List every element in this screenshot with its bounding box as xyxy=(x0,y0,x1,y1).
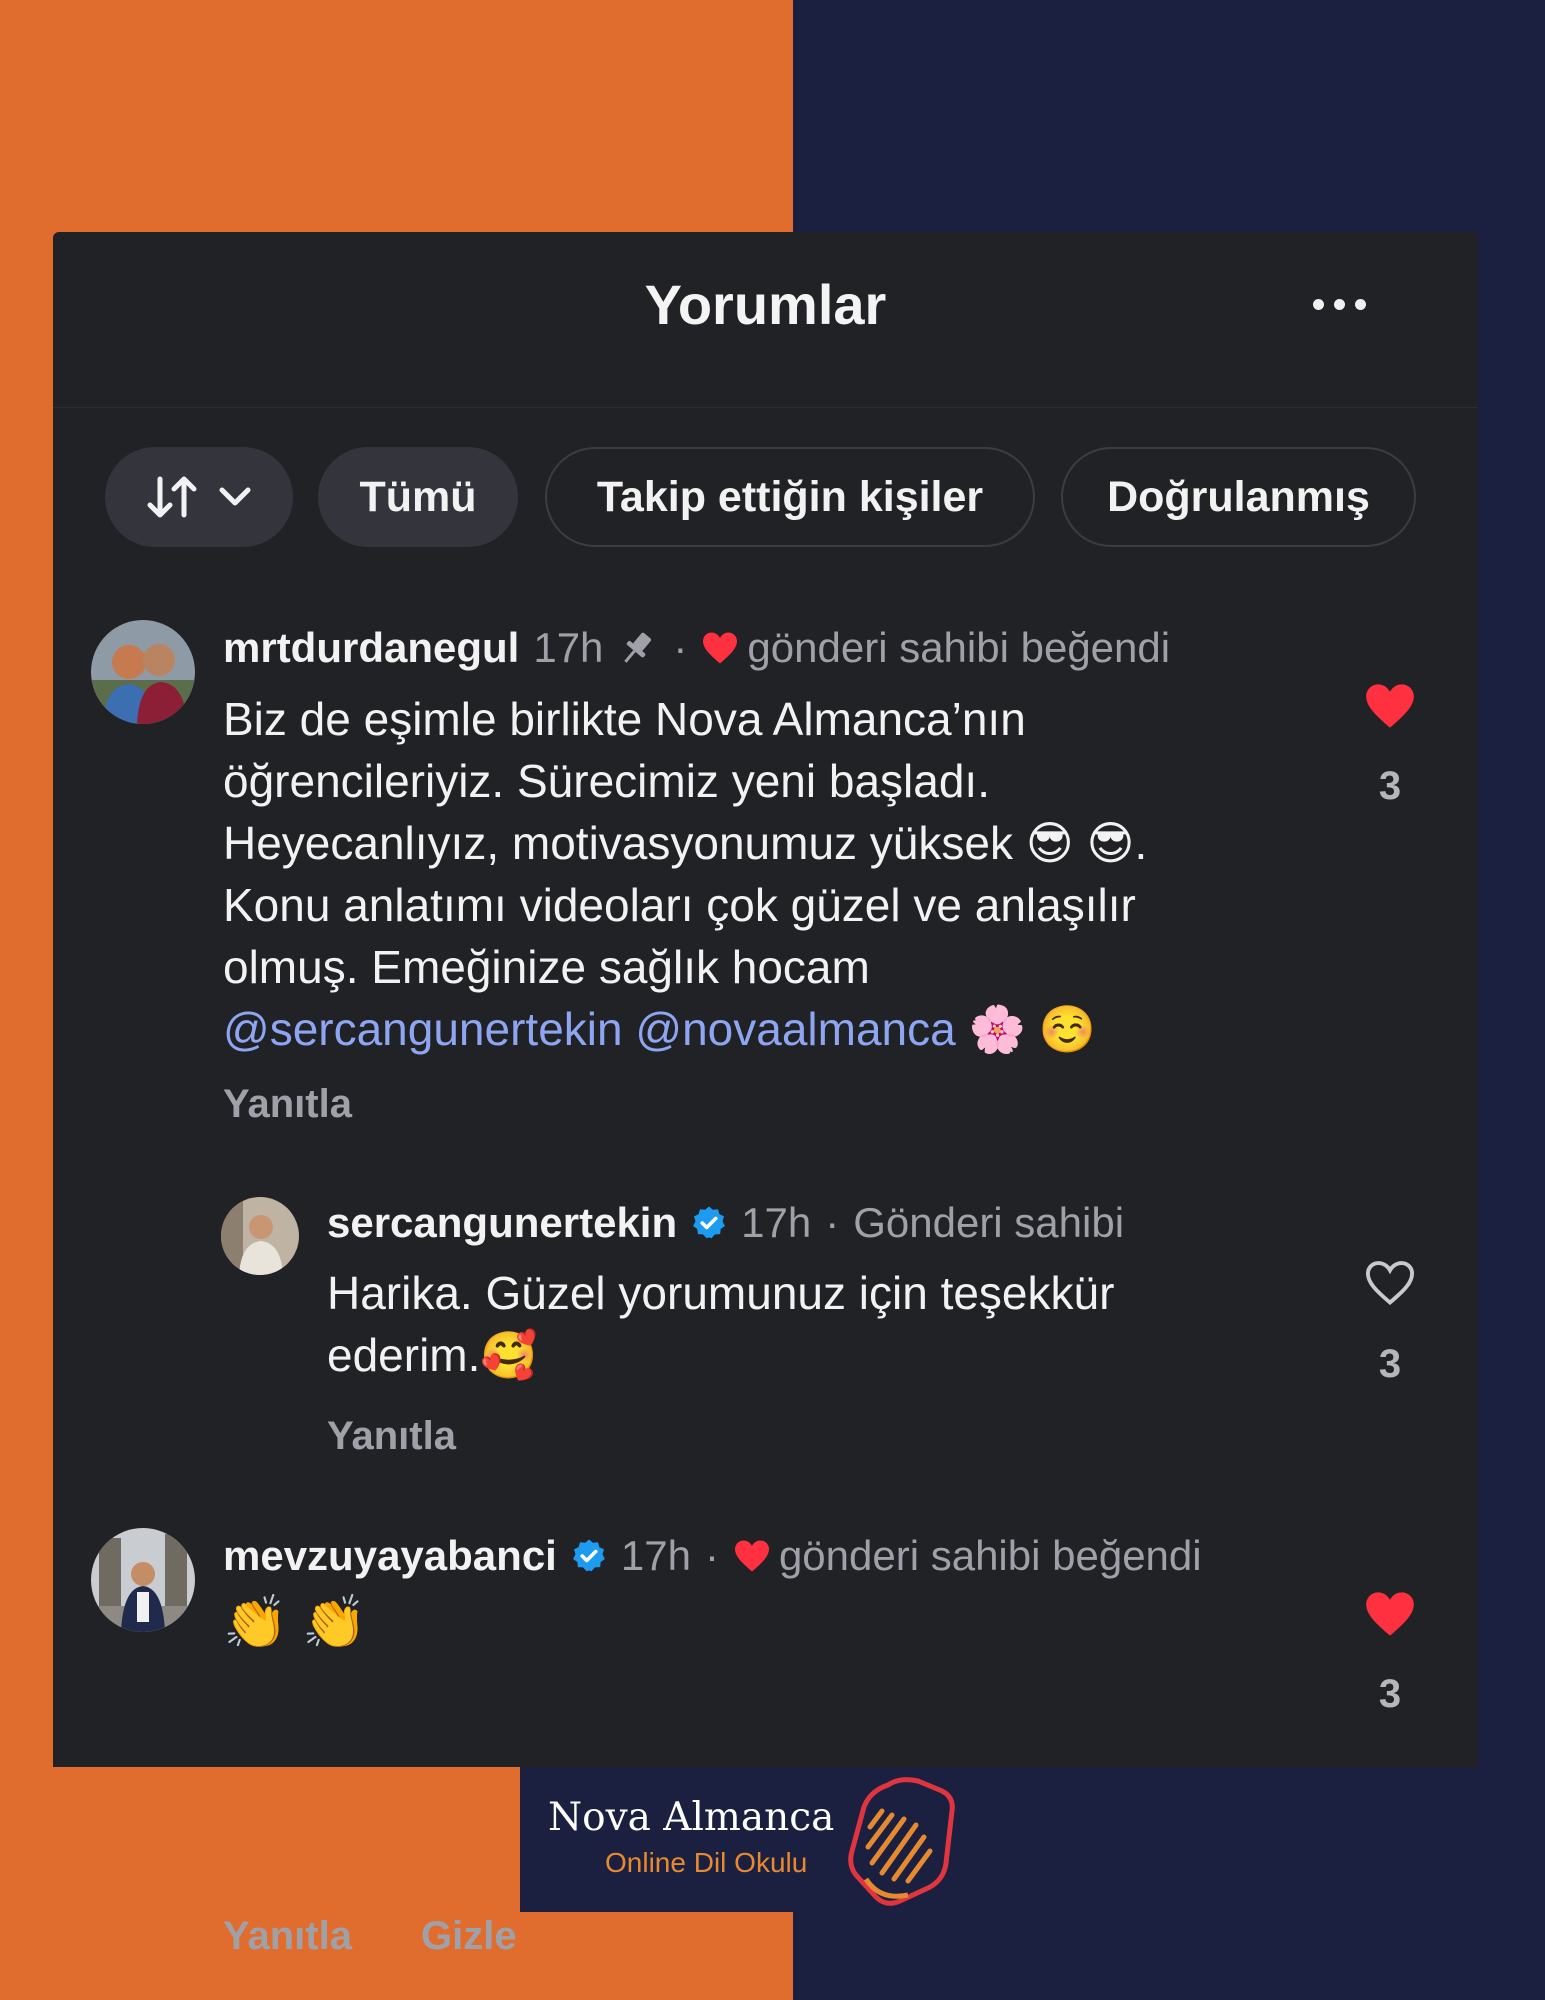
mention-link[interactable]: @sercangunertekin xyxy=(223,1003,623,1055)
filter-all[interactable]: Tümü xyxy=(318,447,518,547)
avatar[interactable] xyxy=(221,1197,299,1275)
comments-header: Yorumlar xyxy=(53,232,1478,408)
liked-by-author: gönderi sahibi beğendi xyxy=(747,624,1171,671)
reply-button[interactable]: Yanıtla xyxy=(223,1082,352,1127)
comment-text: Harika. Güzel yorumunuz için teşekkür ed… xyxy=(327,1262,1327,1386)
brand-logo: Nova Almanca Online Dil Okulu xyxy=(520,1767,970,1912)
comment-line: Harika. Güzel yorumunuz için teşekkür xyxy=(327,1267,1115,1319)
sort-icon xyxy=(147,476,197,518)
comment-line: olmuş. Emeğinize sağlık hocam xyxy=(223,941,870,993)
comment-meta: sercangunertekin 17h · Gönderi sahibi xyxy=(327,1199,1124,1247)
author-role: Gönderi sahibi xyxy=(853,1199,1125,1246)
soundwave-logo-icon xyxy=(848,1777,955,1906)
username[interactable]: mevzuyayabanci xyxy=(223,1532,557,1580)
timestamp: 17h xyxy=(620,1532,691,1579)
like-heart-icon[interactable] xyxy=(1364,1590,1416,1638)
comment-line: Heyecanlıyız, motivasyonumuz yüksek 😎 😎. xyxy=(223,817,1148,869)
comment-text: Biz de eşimle birlikte Nova Almanca’nın … xyxy=(223,688,1343,1060)
like-count: 3 xyxy=(1378,1672,1402,1716)
like-count: 3 xyxy=(1378,764,1402,808)
separator: · xyxy=(825,1199,840,1246)
filter-following[interactable]: Takip ettiğin kişiler xyxy=(545,447,1035,547)
username[interactable]: sercangunertekin xyxy=(327,1199,677,1247)
comment-line: Konu anlatımı videoları çok güzel ve anl… xyxy=(223,879,1136,931)
comment-line: 👏 👏 xyxy=(223,1594,367,1652)
chevron-down-icon xyxy=(219,487,251,506)
heart-icon xyxy=(734,1540,769,1572)
comment-line: öğrencileriyiz. Sürecimiz yeni başladı. xyxy=(223,755,990,807)
sort-button[interactable] xyxy=(105,447,293,547)
comment-text: 👏 👏 xyxy=(223,1592,1123,1654)
username[interactable]: mrtdurdanegul xyxy=(223,624,519,672)
heart-icon xyxy=(703,632,738,664)
reply-button[interactable]: Yanıtla xyxy=(327,1414,456,1459)
brand-name: Nova Almanca xyxy=(548,1795,835,1840)
more-options-icon[interactable] xyxy=(1313,294,1373,314)
brand-tagline: Online Dil Okulu xyxy=(605,1847,808,1878)
verified-badge-icon xyxy=(572,1539,605,1572)
comments-panel: Yorumlar Tümü Takip ettiğin kişiler Doğr… xyxy=(53,232,1478,1958)
avatar[interactable] xyxy=(91,620,195,724)
timestamp: 17h xyxy=(533,624,604,671)
comment-meta: mevzuyayabanci 17h · gönderi sahibi beğe… xyxy=(223,1532,1202,1580)
emoji: 🌸 ☺️ xyxy=(968,1003,1096,1055)
reply-button[interactable]: Yanıtla xyxy=(223,1914,352,1959)
comment-meta: mrtdurdanegul 17h · gönderi sahibi beğen… xyxy=(223,624,1170,672)
like-count: 3 xyxy=(1378,1342,1402,1386)
like-heart-outline-icon[interactable] xyxy=(1364,1259,1416,1307)
separator: · xyxy=(673,624,688,671)
liked-by-author: gönderi sahibi beğendi xyxy=(778,1532,1202,1579)
mention-line: @sercangunertekin @novaalmanca 🌸 ☺️ xyxy=(223,998,1343,1060)
filter-verified[interactable]: Doğrulanmış xyxy=(1061,447,1416,547)
pin-icon xyxy=(624,632,652,663)
like-heart-icon[interactable] xyxy=(1364,682,1416,730)
mention-link[interactable]: @novaalmanca xyxy=(635,1003,955,1055)
comment-line: Biz de eşimle birlikte Nova Almanca’nın xyxy=(223,693,1026,745)
comment-line: ederim.🥰 xyxy=(327,1329,538,1381)
hide-button[interactable]: Gizle xyxy=(421,1914,517,1959)
verified-badge-icon xyxy=(693,1206,726,1239)
separator: · xyxy=(704,1532,719,1579)
page-title: Yorumlar xyxy=(644,273,887,336)
avatar[interactable] xyxy=(91,1528,195,1632)
timestamp: 17h xyxy=(741,1199,812,1246)
